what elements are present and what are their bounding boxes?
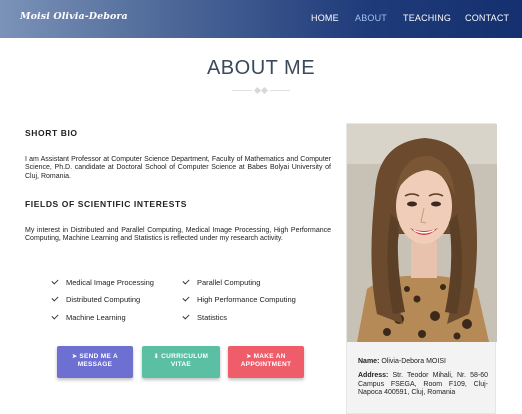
check-icon	[182, 294, 190, 302]
nav-home[interactable]: HOME	[311, 13, 339, 23]
nav-teaching[interactable]: TEACHING	[403, 13, 451, 23]
short-bio-text: I am Assistant Professor at Computer Sci…	[25, 156, 331, 180]
list-item: Distributed Computing	[51, 294, 140, 305]
download-icon: ⬇	[153, 354, 160, 360]
list-item: Machine Learning	[51, 312, 126, 323]
fields-heading: FIELDS OF SCIENTIFIC INTERESTS	[25, 199, 188, 209]
profile-card: Name: Olivia-Debora MOISI Address: Str. …	[346, 123, 497, 414]
profile-info: Name: Olivia-Debora MOISI Address: Str. …	[358, 358, 488, 404]
check-icon	[182, 312, 190, 320]
list-item: Statistics	[182, 312, 227, 323]
curriculum-vitae-button[interactable]: ⬇ CURRICULUM VITAE	[142, 346, 220, 378]
short-bio-heading: SHORT BIO	[25, 128, 78, 138]
check-icon	[182, 277, 190, 285]
check-icon	[51, 294, 59, 302]
paper-plane-icon: ➤	[246, 354, 252, 360]
fields-text: My interest in Distributed and Parallel …	[25, 227, 331, 243]
main-nav: HOME ABOUT TEACHING CONTACT	[0, 13, 522, 27]
profile-name-row: Name: Olivia-Debora MOISI	[358, 358, 446, 365]
page-title: ABOUT ME	[206, 57, 316, 79]
check-icon	[51, 312, 59, 320]
nav-about[interactable]: ABOUT	[355, 13, 387, 23]
list-item: Parallel Computing	[182, 277, 260, 288]
interests-list: Medical Image Processing Parallel Comput…	[51, 277, 342, 328]
paper-plane-icon: ➤	[72, 354, 78, 360]
list-item: Medical Image Processing	[51, 277, 154, 288]
profile-name: Olivia-Debora MOISI	[381, 358, 446, 365]
send-message-button[interactable]: ➤ SEND ME A MESSAGE	[57, 346, 133, 378]
list-item: High Performance Computing	[182, 294, 296, 305]
profile-photo	[347, 124, 497, 342]
nav-contact[interactable]: CONTACT	[465, 13, 509, 23]
make-appointment-button[interactable]: ➤ MAKE AN APPOINTMENT	[228, 346, 304, 378]
check-icon	[51, 277, 59, 285]
profile-address-row: Address: Str. Teodor Mihali, Nr. 58-60 C…	[358, 372, 489, 397]
navbar: Moisi Olivia-Debora HOME ABOUT TEACHING …	[0, 0, 522, 38]
title-divider	[232, 86, 290, 95]
